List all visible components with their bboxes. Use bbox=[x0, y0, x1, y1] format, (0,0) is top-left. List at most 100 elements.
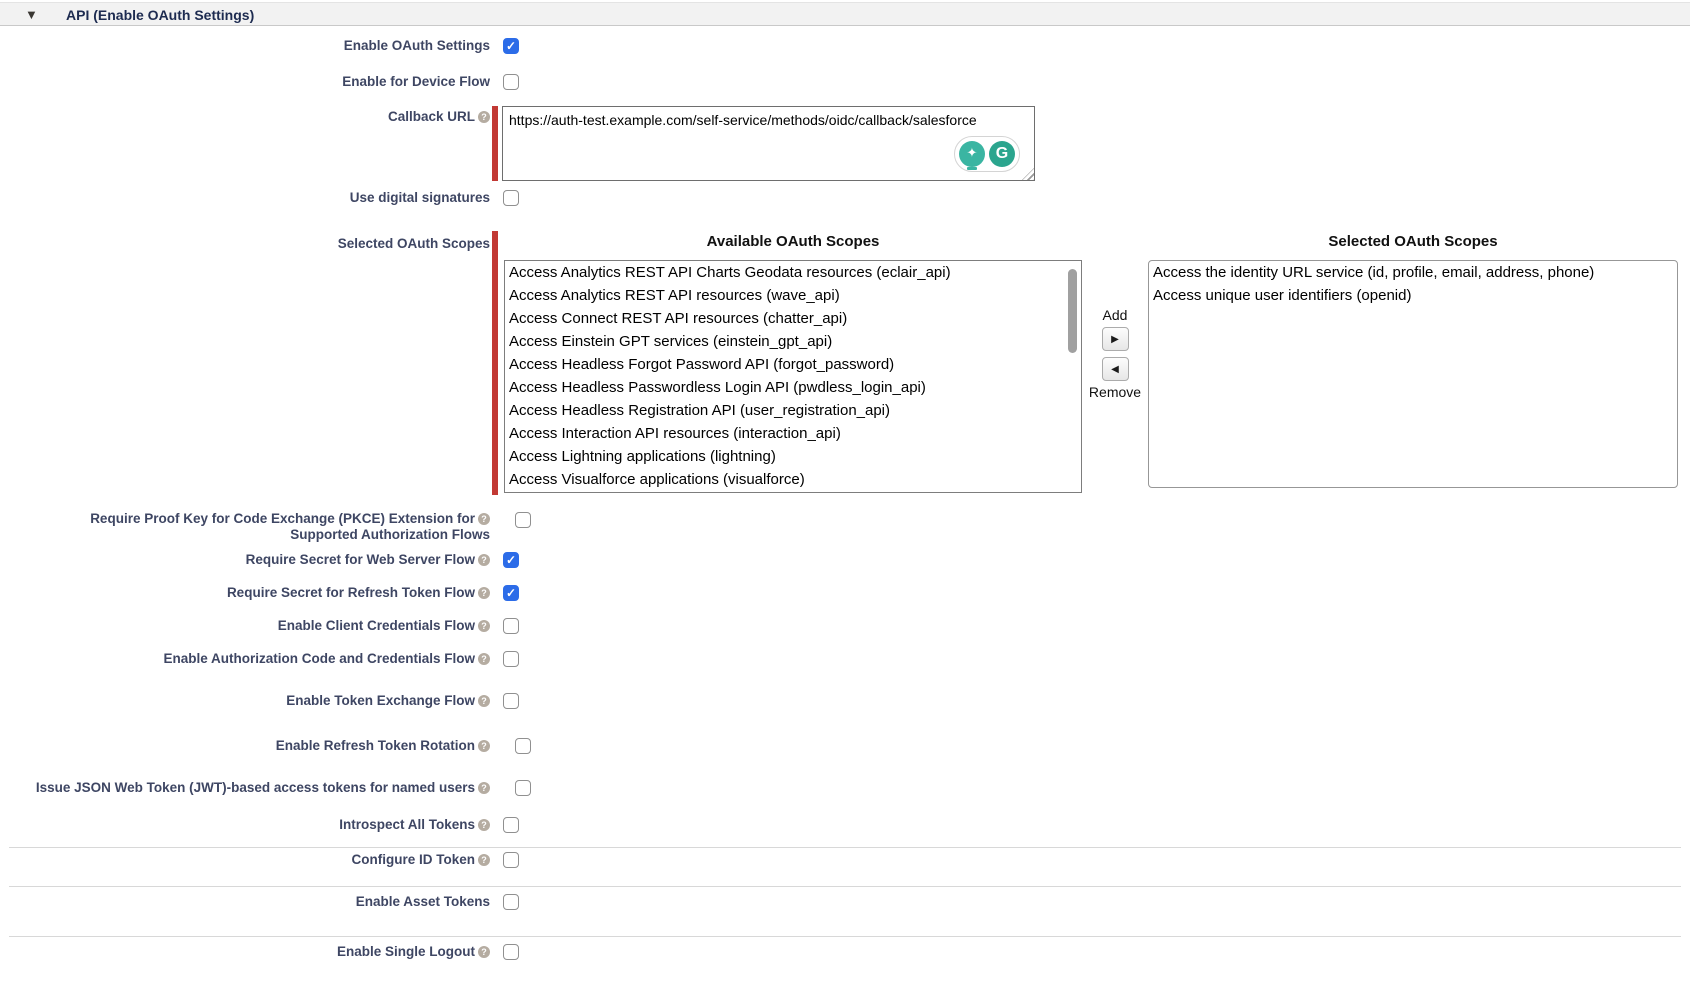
digital-signatures-checkbox[interactable]: ✓ bbox=[503, 190, 519, 206]
auth-code-credentials-checkbox[interactable]: ✓ bbox=[503, 651, 519, 667]
jwt-tokens-label: Issue JSON Web Token (JWT)-based access … bbox=[0, 780, 490, 796]
scrollbar-thumb[interactable] bbox=[1068, 269, 1077, 353]
client-credentials-checkbox[interactable]: ✓ bbox=[503, 618, 519, 634]
remove-button[interactable]: ◀ bbox=[1102, 357, 1129, 381]
device-flow-checkbox[interactable]: ✓ bbox=[503, 74, 519, 90]
row-oauth-scopes: Selected OAuth Scopes Available OAuth Sc… bbox=[0, 231, 1690, 495]
row-client-credentials: Enable Client Credentials Flow? ✓ bbox=[0, 618, 1690, 634]
single-logout-checkbox[interactable]: ✓ bbox=[503, 944, 519, 960]
secret-web-server-label: Require Secret for Web Server Flow? bbox=[0, 552, 490, 568]
help-icon[interactable]: ? bbox=[478, 513, 490, 525]
row-secret-web-server: Require Secret for Web Server Flow? ✓ bbox=[0, 552, 1690, 568]
required-field-bar bbox=[492, 106, 498, 181]
divider bbox=[9, 847, 1681, 848]
asset-tokens-checkbox[interactable]: ✓ bbox=[503, 894, 519, 910]
secret-web-server-checkbox[interactable]: ✓ bbox=[503, 552, 519, 568]
configure-id-token-checkbox[interactable]: ✓ bbox=[503, 852, 519, 868]
available-scopes-listbox[interactable]: Access Analytics REST API Charts Geodata… bbox=[504, 260, 1082, 493]
browser-extension-pill: ✦ G bbox=[954, 136, 1020, 172]
configure-id-token-label: Configure ID Token? bbox=[0, 852, 490, 868]
single-logout-label: Enable Single Logout? bbox=[0, 944, 490, 960]
section-title: API (Enable OAuth Settings) bbox=[66, 7, 254, 23]
scopes-label: Selected OAuth Scopes bbox=[0, 231, 490, 252]
check-icon: ✓ bbox=[504, 39, 518, 53]
row-secret-refresh: Require Secret for Refresh Token Flow? ✓ bbox=[0, 585, 1690, 601]
remove-label: Remove bbox=[1089, 384, 1141, 401]
help-icon[interactable]: ? bbox=[478, 819, 490, 831]
add-label: Add bbox=[1103, 307, 1128, 324]
help-icon[interactable]: ? bbox=[478, 587, 490, 599]
help-icon[interactable]: ? bbox=[478, 946, 490, 958]
scope-option[interactable]: Access Headless Passwordless Login API (… bbox=[505, 376, 1081, 399]
check-icon: ✓ bbox=[504, 553, 518, 567]
scope-option[interactable]: Access Headless Registration API (user_r… bbox=[505, 399, 1081, 422]
row-single-logout: Enable Single Logout? ✓ bbox=[0, 944, 1690, 960]
row-introspect: Introspect All Tokens? ✓ bbox=[0, 817, 1690, 833]
pkce-checkbox[interactable]: ✓ bbox=[515, 512, 531, 528]
help-icon[interactable]: ? bbox=[478, 854, 490, 866]
help-icon[interactable]: ? bbox=[478, 695, 490, 707]
selected-scopes-listbox[interactable]: Access the identity URL service (id, pro… bbox=[1148, 260, 1678, 488]
help-icon[interactable]: ? bbox=[478, 782, 490, 794]
callback-url-label: Callback URL? bbox=[0, 106, 490, 125]
scope-option[interactable]: Access Headless Forgot Password API (for… bbox=[505, 353, 1081, 376]
row-jwt-tokens: Issue JSON Web Token (JWT)-based access … bbox=[0, 780, 1690, 796]
scope-option[interactable]: Access Connect REST API resources (chatt… bbox=[505, 307, 1081, 330]
device-flow-label: Enable for Device Flow bbox=[0, 74, 490, 90]
help-icon[interactable]: ? bbox=[478, 554, 490, 566]
scope-option[interactable]: Access Analytics REST API resources (wav… bbox=[505, 284, 1081, 307]
jwt-tokens-checkbox[interactable]: ✓ bbox=[515, 780, 531, 796]
introspect-checkbox[interactable]: ✓ bbox=[503, 817, 519, 833]
scope-option[interactable]: Access Einstein GPT services (einstein_g… bbox=[505, 330, 1081, 353]
row-digital-signatures: Use digital signatures ✓ bbox=[0, 190, 1690, 206]
add-button[interactable]: ▶ bbox=[1102, 327, 1129, 351]
available-scopes-header: Available OAuth Scopes bbox=[504, 231, 1082, 251]
scope-option[interactable]: Access Interaction API resources (intera… bbox=[505, 422, 1081, 445]
grammarly-g-icon[interactable]: G bbox=[989, 141, 1015, 167]
oauth-settings-page: ▼ API (Enable OAuth Settings) Enable OAu… bbox=[0, 0, 1690, 981]
check-icon: ✓ bbox=[504, 586, 518, 600]
refresh-rotation-label: Enable Refresh Token Rotation? bbox=[0, 738, 490, 754]
divider bbox=[9, 936, 1681, 937]
move-buttons-column: Add ▶ ◀ Remove bbox=[1082, 231, 1148, 401]
scope-option[interactable]: Access unique user identifiers (openid) bbox=[1149, 284, 1677, 307]
introspect-label: Introspect All Tokens? bbox=[0, 817, 490, 833]
help-icon[interactable]: ? bbox=[478, 740, 490, 752]
callback-url-textarea[interactable]: https://auth-test.example.com/self-servi… bbox=[502, 106, 1035, 181]
row-refresh-rotation: Enable Refresh Token Rotation? ✓ bbox=[0, 738, 1690, 754]
arrow-right-icon: ▶ bbox=[1111, 334, 1119, 345]
token-exchange-label: Enable Token Exchange Flow? bbox=[0, 693, 490, 709]
row-asset-tokens: Enable Asset Tokens ✓ bbox=[0, 894, 1690, 910]
row-auth-code-credentials: Enable Authorization Code and Credential… bbox=[0, 651, 1690, 667]
scope-option[interactable]: Access Analytics REST API Charts Geodata… bbox=[505, 261, 1081, 284]
selected-scopes-column: Selected OAuth Scopes Access the identit… bbox=[1148, 231, 1678, 488]
scope-option[interactable]: Access Lightning applications (lightning… bbox=[505, 445, 1081, 468]
help-icon[interactable]: ? bbox=[478, 653, 490, 665]
row-token-exchange: Enable Token Exchange Flow? ✓ bbox=[0, 693, 1690, 709]
scope-option[interactable]: Access the identity URL service (id, pro… bbox=[1149, 261, 1677, 284]
scope-option[interactable]: Access Visualforce applications (visualf… bbox=[505, 468, 1081, 491]
client-credentials-label: Enable Client Credentials Flow? bbox=[0, 618, 490, 634]
required-field-bar bbox=[492, 231, 498, 495]
help-icon[interactable]: ? bbox=[478, 620, 490, 632]
secret-refresh-checkbox[interactable]: ✓ bbox=[503, 585, 519, 601]
enable-oauth-checkbox[interactable]: ✓ bbox=[503, 38, 519, 54]
auth-code-credentials-label: Enable Authorization Code and Credential… bbox=[0, 651, 490, 667]
section-header[interactable]: ▼ API (Enable OAuth Settings) bbox=[0, 2, 1690, 26]
arrow-left-icon: ◀ bbox=[1111, 364, 1119, 375]
help-icon[interactable]: ? bbox=[478, 111, 490, 123]
refresh-rotation-checkbox[interactable]: ✓ bbox=[515, 738, 531, 754]
asset-tokens-label: Enable Asset Tokens bbox=[0, 894, 490, 910]
row-device-flow: Enable for Device Flow ✓ bbox=[0, 74, 1690, 90]
available-scopes-column: Available OAuth Scopes Access Analytics … bbox=[504, 231, 1082, 493]
row-callback-url: Callback URL? https://auth-test.example.… bbox=[0, 106, 1690, 181]
row-pkce: Require Proof Key for Code Exchange (PKC… bbox=[0, 511, 1690, 543]
digital-signatures-label: Use digital signatures bbox=[0, 190, 490, 206]
row-configure-id-token: Configure ID Token? ✓ bbox=[0, 852, 1690, 868]
row-enable-oauth: Enable OAuth Settings ✓ bbox=[0, 38, 1690, 54]
selected-scopes-header: Selected OAuth Scopes bbox=[1148, 231, 1678, 251]
token-exchange-checkbox[interactable]: ✓ bbox=[503, 693, 519, 709]
lightbulb-extension-icon[interactable]: ✦ bbox=[959, 141, 985, 167]
scopes-duallist: Available OAuth Scopes Access Analytics … bbox=[504, 231, 1678, 493]
collapse-triangle-icon[interactable]: ▼ bbox=[25, 7, 38, 22]
